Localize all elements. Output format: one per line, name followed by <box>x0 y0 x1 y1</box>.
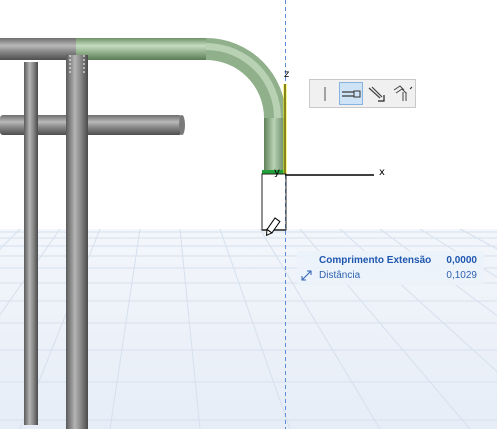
tracker-label-extension-length: Comprimento Extensão <box>319 255 432 266</box>
vertical-post-thin[interactable] <box>24 62 38 425</box>
axis-label-x: x <box>379 167 385 178</box>
axis-label-z: z <box>284 69 290 80</box>
vertical-post-thick[interactable] <box>66 55 88 429</box>
tracker-value-distance[interactable]: 0,1029 <box>446 268 477 283</box>
3d-viewport[interactable]: z y x <box>0 0 497 429</box>
tracker-value-extension-length[interactable]: 0,0000 <box>446 253 477 268</box>
extend-segment-icon <box>342 90 361 97</box>
tracker-label-distance: Distância <box>319 270 361 281</box>
pet-btn-multi-offset[interactable] <box>391 82 415 105</box>
selected-handrail[interactable] <box>76 38 286 174</box>
pet-btn-vertical[interactable] <box>313 82 337 105</box>
3d-scene[interactable] <box>0 0 497 429</box>
pet-palette <box>309 79 416 108</box>
diagonal-arrow-icon <box>301 270 312 281</box>
pet-btn-offset[interactable] <box>365 82 389 105</box>
offset-arrow-icon <box>368 86 385 102</box>
pet-btn-extend[interactable] <box>339 82 363 105</box>
tracker-row-extension-length[interactable]: Comprimento Extensão 0,0000 <box>297 253 484 268</box>
tracker-row-distance[interactable]: Distância 0,1029 <box>297 268 484 283</box>
multi-offset-icon <box>393 84 413 101</box>
axis-label-y: y <box>274 167 280 178</box>
tracker-panel: Comprimento Extensão 0,0000 Distância 0,… <box>297 251 484 285</box>
vertical-line-icon <box>324 86 326 101</box>
